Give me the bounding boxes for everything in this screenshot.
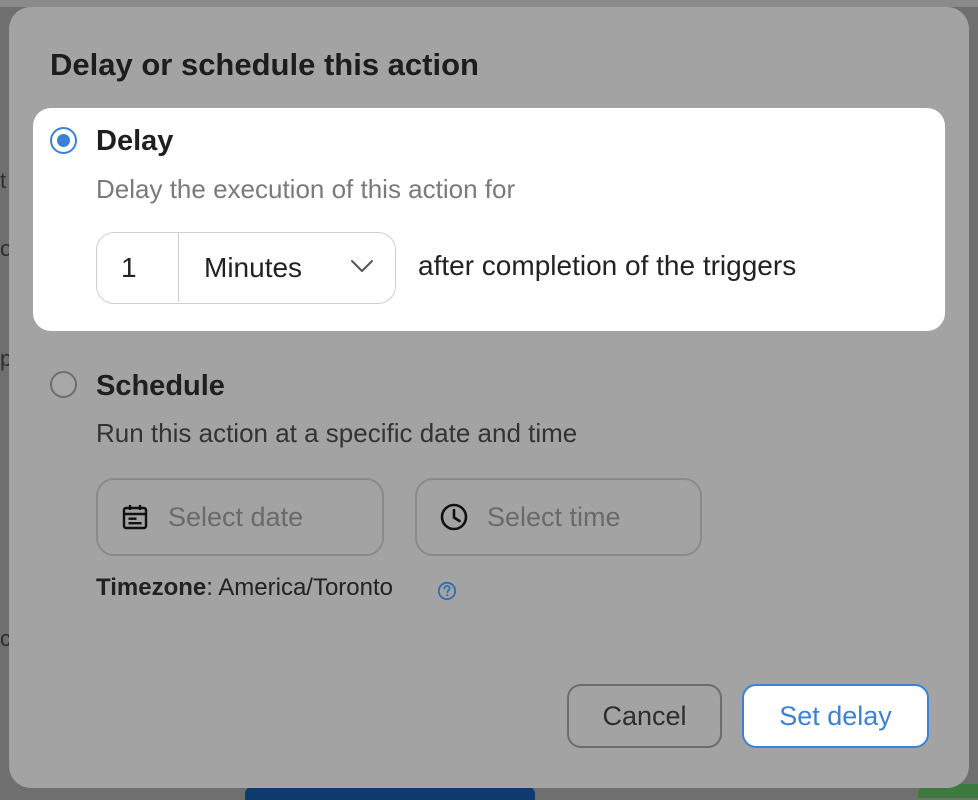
timezone-label: Timezone <box>96 574 207 601</box>
chevron-down-icon[interactable] <box>350 259 374 273</box>
background-panel <box>0 0 978 7</box>
delay-input-group: 1 Minutes <box>96 232 396 304</box>
time-placeholder: Select time <box>487 502 621 532</box>
timezone-row: Timezone: America/Toronto <box>96 574 394 601</box>
date-placeholder: Select date <box>168 502 304 532</box>
delay-label[interactable]: Delay <box>96 125 173 158</box>
background-text: t <box>0 168 7 193</box>
clock-icon <box>440 503 468 531</box>
delay-unit-select[interactable]: Minutes <box>204 233 302 302</box>
delay-suffix: after completion of the triggers <box>418 250 797 281</box>
schedule-radio[interactable] <box>50 371 77 398</box>
timezone-value: America/Toronto <box>218 574 394 601</box>
date-picker-input[interactable]: Select date <box>96 478 384 556</box>
time-picker-input[interactable]: Select time <box>415 478 702 556</box>
cancel-button[interactable]: Cancel <box>567 684 722 748</box>
delay-amount-input[interactable]: 1 <box>97 233 179 302</box>
help-icon[interactable] <box>437 581 457 601</box>
delay-radio[interactable] <box>50 127 77 154</box>
dialog-title: Delay or schedule this action <box>50 47 479 82</box>
delay-option-panel: Delay Delay the execution of this action… <box>33 108 945 331</box>
calendar-icon <box>122 505 148 530</box>
schedule-description: Run this action at a specific date and t… <box>96 418 578 448</box>
delay-description: Delay the execution of this action for <box>96 174 516 204</box>
schedule-label[interactable]: Schedule <box>96 370 225 403</box>
background-button <box>245 786 535 800</box>
set-delay-button[interactable]: Set delay <box>742 684 929 748</box>
delay-schedule-dialog: Delay or schedule this action Delay Dela… <box>9 7 969 788</box>
